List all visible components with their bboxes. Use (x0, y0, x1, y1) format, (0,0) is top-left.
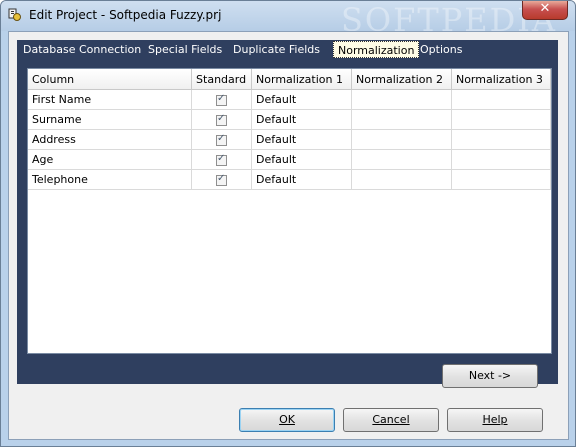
header-normalization-2[interactable]: Normalization 2 (351, 69, 452, 90)
cancel-button-label: Cancel (372, 413, 410, 426)
tab-strip: Database Connection Special Fields Dupli… (17, 40, 558, 59)
normalization-2-cell[interactable] (351, 89, 452, 110)
normalization-1-cell[interactable]: Default (251, 129, 352, 150)
tab-database-connection[interactable]: Database Connection (19, 42, 145, 58)
normalization-3-cell[interactable] (451, 89, 552, 110)
table-row[interactable]: First Name Default (28, 89, 552, 110)
table-row[interactable]: Telephone Default (28, 169, 552, 190)
next-button[interactable]: Next -> (442, 364, 538, 388)
standard-cell[interactable] (191, 169, 253, 190)
edit-project-window: Edit Project - Softpedia Fuzzy.prj SOFTP… (0, 0, 576, 447)
table-row[interactable]: Surname Default (28, 109, 552, 130)
dialog-client-area: Database Connection Special Fields Dupli… (8, 31, 569, 440)
normalization-panel: Column Standard Normalization 1 Normaliz… (17, 59, 558, 384)
normalization-2-cell[interactable] (351, 149, 452, 170)
ok-button-label: OK (279, 413, 295, 426)
normalization-table: Column Standard Normalization 1 Normaliz… (28, 69, 552, 190)
column-name-cell[interactable]: Address (28, 129, 193, 150)
table-row[interactable]: Age Default (28, 149, 552, 170)
normalization-1-cell[interactable]: Default (251, 89, 352, 110)
close-button[interactable]: ✕ (522, 1, 568, 20)
standard-checkbox[interactable] (216, 173, 228, 186)
normalization-3-cell[interactable] (451, 109, 552, 130)
table-row[interactable]: Address Default (28, 129, 552, 150)
normalization-3-cell[interactable] (451, 149, 552, 170)
ok-button[interactable]: OK (239, 408, 335, 432)
tab-special-fields[interactable]: Special Fields (144, 42, 226, 58)
standard-checkbox[interactable] (216, 113, 228, 126)
header-standard[interactable]: Standard (191, 69, 253, 90)
normalization-3-cell[interactable] (451, 129, 552, 150)
normalization-grid[interactable]: Column Standard Normalization 1 Normaliz… (27, 68, 552, 354)
header-normalization-1[interactable]: Normalization 1 (251, 69, 352, 90)
tab-duplicate-fields[interactable]: Duplicate Fields (229, 42, 324, 58)
table-header-row: Column Standard Normalization 1 Normaliz… (28, 69, 552, 90)
column-name-cell[interactable]: First Name (28, 89, 193, 110)
normalization-2-cell[interactable] (351, 129, 452, 150)
standard-checkbox[interactable] (216, 93, 228, 106)
normalization-1-cell[interactable]: Default (251, 109, 352, 130)
column-name-cell[interactable]: Surname (28, 109, 193, 130)
normalization-3-cell[interactable] (451, 169, 552, 190)
standard-checkbox[interactable] (216, 133, 228, 146)
tab-options[interactable]: Options (416, 42, 466, 58)
normalization-1-cell[interactable]: Default (251, 149, 352, 170)
column-name-cell[interactable]: Age (28, 149, 193, 170)
help-button[interactable]: Help (447, 408, 543, 432)
app-icon (8, 8, 21, 21)
standard-cell[interactable] (191, 149, 253, 170)
standard-cell[interactable] (191, 109, 253, 130)
standard-checkbox[interactable] (216, 153, 228, 166)
close-icon: ✕ (539, 1, 551, 16)
normalization-1-cell[interactable]: Default (251, 169, 352, 190)
header-column[interactable]: Column (28, 69, 193, 90)
normalization-2-cell[interactable] (351, 109, 452, 130)
standard-cell[interactable] (191, 89, 253, 110)
standard-cell[interactable] (191, 129, 253, 150)
cancel-button[interactable]: Cancel (343, 408, 439, 432)
title-bar[interactable]: Edit Project - Softpedia Fuzzy.prj SOFTP… (1, 1, 575, 39)
window-title: Edit Project - Softpedia Fuzzy.prj (29, 8, 222, 22)
help-button-label: Help (482, 413, 508, 426)
header-normalization-3[interactable]: Normalization 3 (451, 69, 552, 90)
tab-normalization[interactable]: Normalization (333, 41, 420, 58)
column-name-cell[interactable]: Telephone (28, 169, 193, 190)
normalization-2-cell[interactable] (351, 169, 452, 190)
